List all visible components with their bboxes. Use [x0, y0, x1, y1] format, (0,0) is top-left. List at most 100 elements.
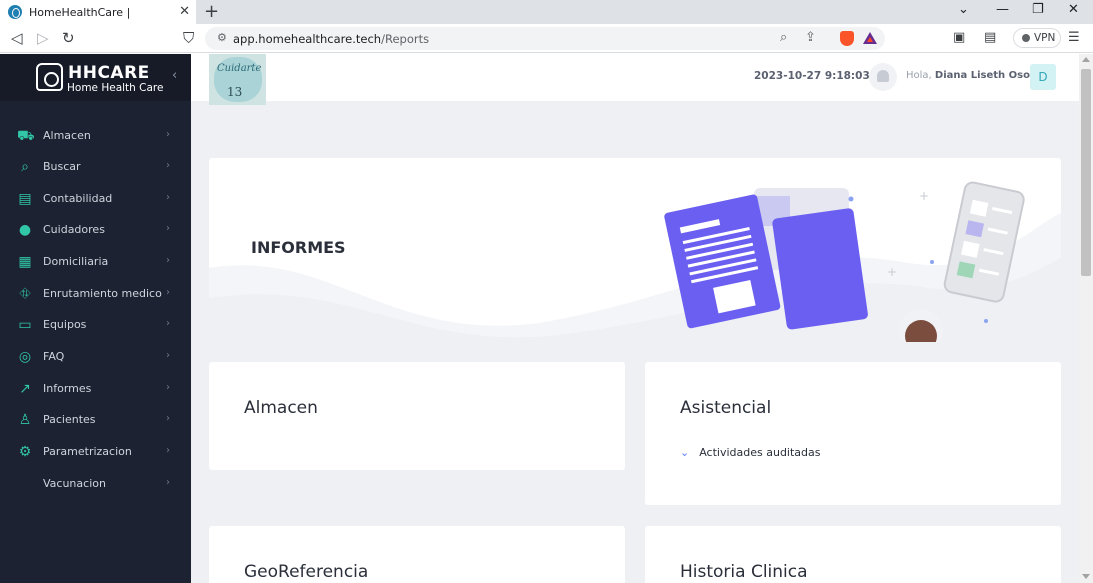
sidebar: HHCARE Home Health Care ‹ ⛟ Almacen › ⌕ …	[0, 54, 191, 583]
sidebar-item-label: Informes	[43, 382, 92, 395]
card-title: Asistencial	[680, 398, 772, 418]
basket-icon: ⛟	[17, 128, 35, 144]
logo-text: Cuidarte	[217, 63, 262, 74]
url-host: app.homehealthcare.tech	[233, 32, 382, 46]
svg-text:+: +	[887, 265, 897, 279]
tab-search-icon[interactable]: ⌄	[958, 2, 969, 17]
minimize-icon[interactable]: —	[996, 2, 1009, 17]
share-icon[interactable]: ⇪	[805, 30, 816, 45]
sidebar-item-label: Pacientes	[43, 413, 96, 426]
vpn-status-icon	[1022, 34, 1030, 42]
brave-shields-icon[interactable]	[840, 31, 854, 46]
forward-icon[interactable]: ▷	[37, 29, 49, 47]
report-card-georeferencia: GeoReferencia	[209, 526, 625, 583]
page-title: INFORMES	[251, 238, 346, 257]
tab-close-icon[interactable]: ✕	[179, 4, 190, 19]
zoom-icon[interactable]: ⌕	[780, 30, 787, 45]
back-icon[interactable]: ◁	[11, 29, 23, 47]
reload-icon[interactable]: ↻	[62, 29, 75, 47]
chevron-right-icon: ›	[166, 445, 170, 456]
grid-icon: ▦	[18, 254, 32, 270]
favicon-icon	[8, 5, 22, 19]
chevron-right-icon: ›	[166, 192, 170, 203]
route-icon: ⛗	[19, 286, 31, 302]
logo-icon	[36, 63, 63, 91]
chevron-right-icon: ›	[166, 160, 170, 171]
sidebar-item-equipos[interactable]: ▭ Equipos ›	[0, 313, 191, 337]
notification-bell-icon[interactable]	[869, 63, 897, 91]
users-icon: ●	[18, 222, 32, 238]
sidebar-item-label: Contabilidad	[43, 192, 113, 205]
collapse-sidebar-icon[interactable]: ‹	[172, 68, 177, 83]
sidebar-item-label: Buscar	[43, 160, 81, 173]
report-card-almacen: Almacen	[209, 362, 625, 470]
menu-icon[interactable]: ☰	[1068, 30, 1080, 45]
sidebar-item-label: Parametrizacion	[43, 445, 132, 458]
new-tab-icon[interactable]: +	[204, 1, 219, 22]
sidebar-item-label: Vacunacion	[43, 477, 106, 490]
url-text[interactable]: app.homehealthcare.tech/Reports	[233, 32, 429, 46]
report-link-actividades-auditadas[interactable]: ⌄ Actividades auditadas	[680, 446, 821, 459]
browser-tab[interactable]: HomeHealthCare | ✕	[0, 0, 196, 24]
brave-rewards-icon[interactable]	[863, 32, 877, 44]
sidebar-item-domiciliaria[interactable]: ▦ Domiciliaria ›	[0, 250, 191, 274]
report-card-asistencial: Asistencial ⌄ Actividades auditadas	[645, 362, 1061, 505]
url-path: /Reports	[381, 32, 430, 46]
card-title: Almacen	[244, 398, 318, 418]
report-link-label: Actividades auditadas	[699, 446, 821, 459]
main-content: Cuidarte 13 2023-10-27 9:18:03 am Hola, …	[191, 54, 1079, 583]
chevron-right-icon: ›	[166, 350, 170, 361]
sidebar-item-label: Cuidadores	[43, 223, 105, 236]
bookmark-icon[interactable]: ⛉	[183, 29, 194, 47]
brand-name: HHCARE	[68, 63, 150, 83]
sidebar-item-label: Enrutamiento medico	[43, 287, 162, 300]
chevron-right-icon: ›	[166, 255, 170, 266]
vpn-label: VPN	[1034, 32, 1056, 44]
sidebar-item-informes[interactable]: ↗ Informes ›	[0, 377, 191, 401]
brand-header: HHCARE Home Health Care ‹	[0, 54, 191, 101]
card-title: Historia Clinica	[680, 562, 808, 582]
sidebar-item-enrutamiento-medico[interactable]: ⛗ Enrutamiento medico ›	[0, 282, 191, 306]
chevron-right-icon: ›	[166, 318, 170, 329]
chevron-right-icon: ›	[166, 413, 170, 424]
close-window-icon[interactable]: ✕	[1068, 2, 1079, 17]
scroll-down-icon[interactable]	[1082, 574, 1090, 579]
reports-hero-banner: + + INFORMES	[209, 158, 1061, 342]
sidebar-item-label: Domiciliaria	[43, 255, 109, 268]
logo-number: 13	[227, 85, 243, 99]
page-scrollbar[interactable]	[1079, 54, 1093, 583]
scroll-thumb[interactable]	[1081, 69, 1091, 276]
sidebar-item-parametrizacion[interactable]: ⚙ Parametrizacion ›	[0, 440, 191, 464]
sidebar-item-contabilidad[interactable]: ▤ Contabilidad ›	[0, 187, 191, 211]
greeting-prefix: Hola,	[906, 70, 935, 81]
sidebar-item-pacientes[interactable]: ♙ Pacientes ›	[0, 408, 191, 432]
browser-toolbar: ◁ ▷ ↻ ⛉ ⚙ app.homehealthcare.tech/Report…	[0, 24, 1093, 53]
address-bar[interactable]: ⚙ app.homehealthcare.tech/Reports ⌕ ⇪	[205, 27, 885, 50]
brand-subtitle: Home Health Care	[67, 82, 164, 94]
restore-icon[interactable]: ❐	[1032, 2, 1044, 17]
card-title: GeoReferencia	[244, 562, 369, 582]
svg-text:+: +	[919, 189, 929, 203]
sidebar-toggle-icon[interactable]: ▣	[953, 30, 965, 45]
sidebar-item-label: Almacen	[43, 129, 91, 142]
chevron-right-icon: ›	[166, 287, 170, 298]
chevron-down-icon: ⌄	[680, 446, 690, 459]
sidebar-item-cuidadores[interactable]: ● Cuidadores ›	[0, 218, 191, 242]
sidebar-item-vacunacion[interactable]: Vacunacion ›	[0, 472, 191, 496]
organization-logo: Cuidarte 13	[209, 54, 266, 105]
avatar[interactable]: D	[1030, 64, 1056, 90]
chevron-right-icon: ›	[166, 382, 170, 393]
report-card-historia-clinica: Historia Clinica	[645, 526, 1061, 583]
sidebar-item-faq[interactable]: ◎ FAQ ›	[0, 345, 191, 369]
monitor-icon: ▭	[18, 317, 32, 333]
vpn-button[interactable]: VPN	[1013, 28, 1061, 48]
sidebar-item-buscar[interactable]: ⌕ Buscar ›	[0, 155, 191, 179]
user-greeting[interactable]: Hola, Diana Liseth Osorio	[906, 70, 1045, 81]
site-info-icon[interactable]: ⚙	[217, 31, 227, 44]
wallet-icon[interactable]: ▤	[984, 30, 996, 45]
sidebar-item-label: Equipos	[43, 318, 87, 331]
document-icon: ▤	[18, 191, 32, 207]
scroll-up-icon[interactable]	[1082, 57, 1090, 62]
sidebar-item-almacen[interactable]: ⛟ Almacen ›	[0, 124, 191, 148]
sidebar-item-label: FAQ	[43, 350, 65, 363]
